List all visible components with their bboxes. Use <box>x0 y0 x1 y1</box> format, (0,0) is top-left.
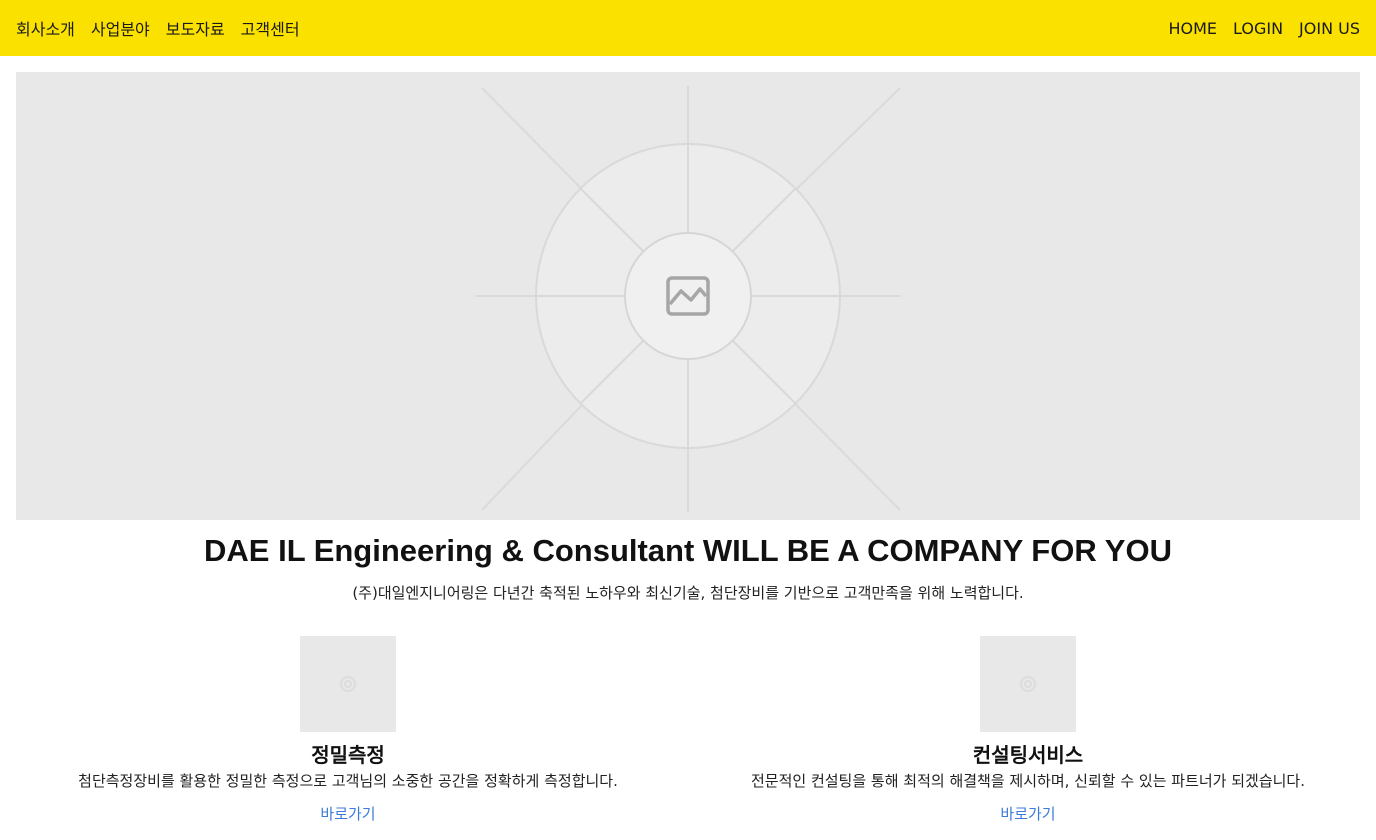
service-description: 첨단측정장비를 활용한 정밀한 측정으로 고객님의 소중한 공간을 정확하게 측… <box>78 772 618 790</box>
service-go-link[interactable]: 바로가기 <box>698 803 1358 824</box>
login-link[interactable]: LOGIN <box>1233 19 1283 38</box>
hero-image-placeholder <box>16 72 1360 520</box>
join-us-link[interactable]: JOIN US <box>1299 19 1360 38</box>
hero-placeholder-graphic <box>476 86 901 512</box>
intro-description: (주)대일엔지니어링은 다년간 축적된 노하우와 최신기술, 첨단장비를 기반으… <box>352 584 1024 602</box>
gear-icon <box>1020 676 1036 692</box>
page-headline: DAE IL Engineering & Consultant WILL BE … <box>204 533 1172 568</box>
nav-item-business-areas[interactable]: 사업분야 <box>91 16 150 40</box>
service-description: 전문적인 컨설팅을 통해 최적의 해결책을 제시하며, 신뢰할 수 있는 파트너… <box>750 772 1306 790</box>
service-card-precision-measurement: 정밀측정 첨단측정장비를 활용한 정밀한 측정으로 고객님의 소중한 공간을 정… <box>18 636 678 836</box>
service-thumbnail <box>300 636 396 732</box>
utility-menu: HOME LOGIN JOIN US <box>1168 0 1360 56</box>
service-card-consulting: 컨설팅서비스 전문적인 컨설팅을 통해 최적의 해결책을 제시하며, 신뢰할 수… <box>698 636 1358 836</box>
service-title: 정밀측정 <box>311 743 385 767</box>
gear-icon <box>340 676 356 692</box>
nav-item-company-intro[interactable]: 회사소개 <box>16 16 75 40</box>
top-navigation-bar: 회사소개 사업분야 보도자료 고객센터 HOME LOGIN JOIN US <box>0 0 1376 56</box>
main-menu: 회사소개 사업분야 보도자료 고객센터 <box>16 0 300 56</box>
nav-item-customer-center[interactable]: 고객센터 <box>241 16 300 40</box>
service-thumbnail <box>980 636 1076 732</box>
nav-item-press-releases[interactable]: 보도자료 <box>166 16 225 40</box>
service-title: 컨설팅서비스 <box>972 743 1084 767</box>
service-go-link[interactable]: 바로가기 <box>18 803 678 824</box>
home-link[interactable]: HOME <box>1168 19 1217 38</box>
